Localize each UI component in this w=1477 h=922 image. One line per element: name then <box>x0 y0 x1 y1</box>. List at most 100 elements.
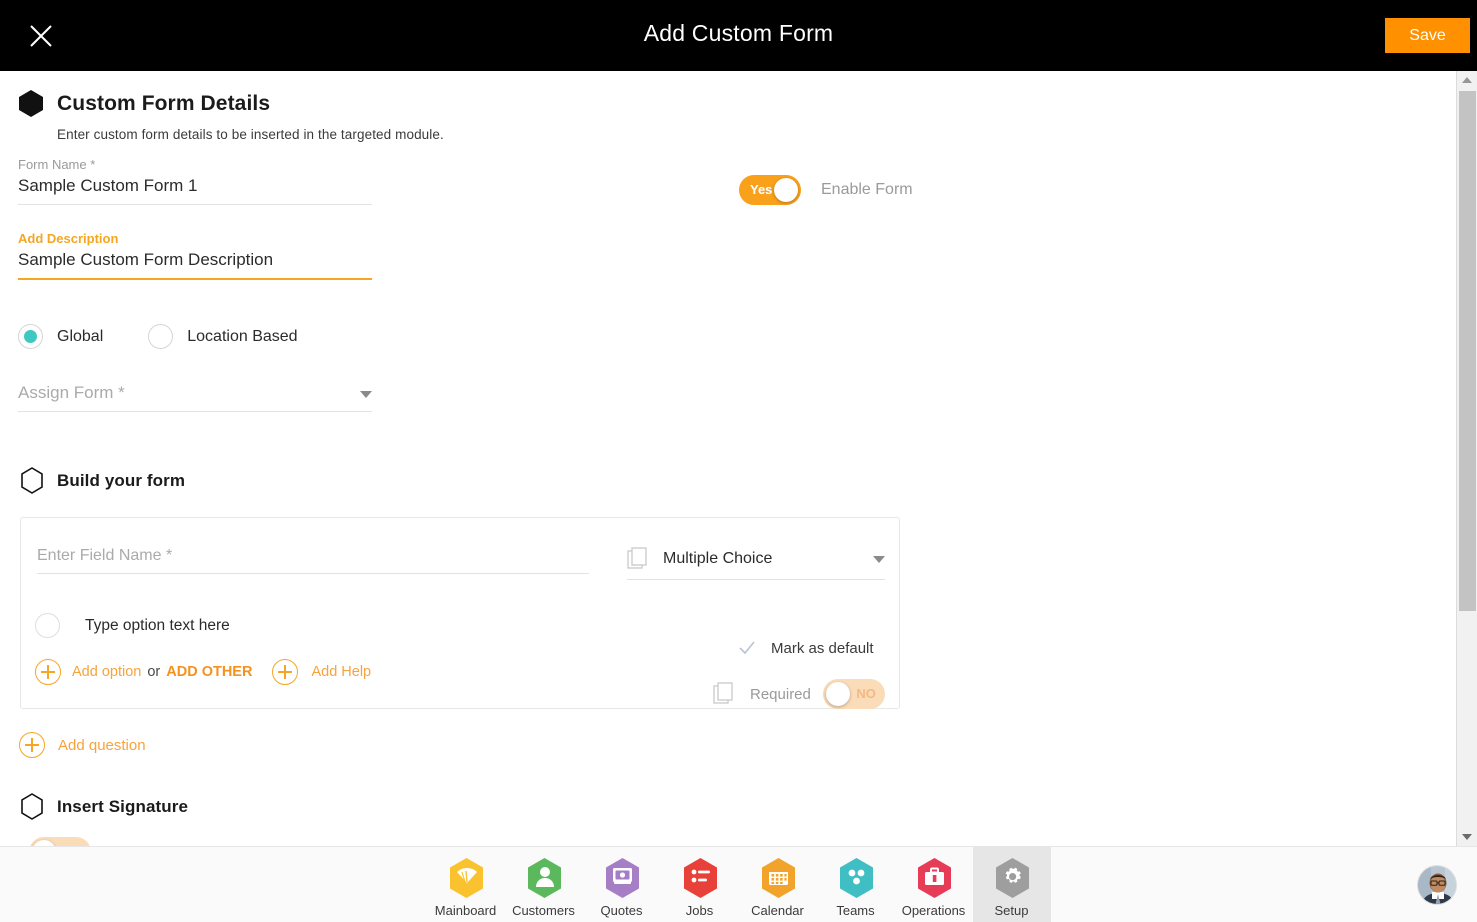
radio-location-based[interactable]: Location Based <box>148 324 298 349</box>
add-question-link[interactable]: Add question <box>58 737 146 754</box>
assign-form-placeholder: Assign Form * <box>18 383 125 402</box>
radio-location-based-label: Location Based <box>187 327 298 345</box>
scope-radio-group: Global Location Based <box>18 324 298 349</box>
required-toggle-text: NO <box>856 686 876 701</box>
assign-form-underline <box>18 411 372 412</box>
nav-items-container: Mainboard Customers Quotes Jobs Calendar Team… <box>0 847 1477 922</box>
field-name-input[interactable]: Enter Field Name * <box>37 547 589 573</box>
nav-item-label: Calendar <box>751 903 804 918</box>
teams-icon <box>836 856 876 900</box>
chevron-down-icon <box>360 391 372 398</box>
required-row: Required NO <box>713 679 885 709</box>
toggle-knob <box>774 178 798 202</box>
enable-form-row: Yes Enable Form <box>739 175 913 205</box>
hexagon-outline-icon <box>20 793 44 820</box>
form-name-input[interactable]: Sample Custom Form 1 <box>18 176 372 204</box>
option-radio-icon[interactable] <box>35 613 60 638</box>
bottom-navigation: Mainboard Customers Quotes Jobs Calendar Team… <box>0 846 1477 922</box>
or-label: or <box>147 664 161 680</box>
field-type-value: Multiple Choice <box>663 550 773 567</box>
section-subtitle: Enter custom form details to be inserted… <box>57 127 444 142</box>
field-type-select[interactable]: Multiple Choice <box>627 547 885 580</box>
avatar[interactable] <box>1417 865 1457 905</box>
save-button[interactable]: Save <box>1385 18 1470 53</box>
form-name-label: Form Name * <box>18 157 96 172</box>
nav-item-label: Quotes <box>600 903 643 918</box>
build-section-title: Build your form <box>57 470 186 490</box>
copy-icon <box>713 682 735 706</box>
build-your-form-heading: Build your form <box>20 467 185 494</box>
field-name-field[interactable]: Enter Field Name * <box>37 547 589 574</box>
signature-section-title: Insert Signature <box>57 796 189 816</box>
nav-item-label: Operations <box>901 903 966 918</box>
nav-item-teams[interactable]: Teams <box>817 847 895 922</box>
assign-form-select[interactable]: Assign Form * <box>18 383 372 412</box>
section-title: Custom Form Details <box>57 91 271 115</box>
form-name-underline <box>18 204 372 205</box>
page-title: Add Custom Form <box>643 20 834 46</box>
add-question-row[interactable]: Add question <box>19 732 146 758</box>
description-input[interactable]: Sample Custom Form Description <box>18 250 372 278</box>
add-help-plus-icon[interactable] <box>272 659 299 685</box>
option-row: Type option text here <box>35 613 230 638</box>
form-name-field[interactable]: Form Name * Sample Custom Form 1 <box>18 157 372 205</box>
required-label: Required <box>750 685 811 703</box>
radio-location-based-circle <box>148 324 174 349</box>
scroll-up-button[interactable] <box>1457 71 1477 89</box>
operations-icon <box>914 856 954 900</box>
chevron-down-icon <box>1462 834 1472 840</box>
mark-as-default-row[interactable]: Mark as default <box>737 638 874 658</box>
add-other-link[interactable]: ADD OTHER <box>166 664 252 680</box>
radio-global-dot <box>24 330 37 343</box>
add-option-link[interactable]: Add option <box>72 664 141 680</box>
toggle-knob <box>825 682 850 706</box>
nav-item-operations[interactable]: Operations <box>895 847 973 922</box>
scroll-down-button[interactable] <box>1457 828 1477 846</box>
option-text-input[interactable]: Type option text here <box>85 617 230 635</box>
enable-form-toggle[interactable]: Yes <box>739 175 801 205</box>
hexagon-filled-icon <box>18 89 44 118</box>
custom-form-details-heading: Custom Form Details <box>18 89 270 118</box>
nav-item-quotes[interactable]: Quotes <box>583 847 661 922</box>
quotes-icon <box>602 856 642 900</box>
nav-item-label: Jobs <box>685 903 714 918</box>
add-signature-toggle[interactable]: NO <box>29 837 91 846</box>
add-question-plus-icon[interactable] <box>19 732 45 758</box>
scrollbar-thumb[interactable] <box>1459 91 1476 611</box>
user-avatar-image <box>1418 866 1456 904</box>
radio-global-label: Global <box>57 327 104 345</box>
customers-icon <box>524 856 564 900</box>
add-help-link[interactable]: Add Help <box>311 664 371 680</box>
add-signature-toggle-text: NO <box>63 837 83 846</box>
insert-signature-heading: Insert Signature <box>20 793 188 820</box>
nav-item-label: Customers <box>512 903 575 918</box>
required-toggle[interactable]: NO <box>822 679 885 709</box>
nav-item-label: Setup <box>994 903 1029 918</box>
chevron-up-icon <box>1462 77 1472 83</box>
add-signature-row: NO Add Signature <box>29 837 206 846</box>
enable-form-toggle-text: Yes <box>750 182 773 197</box>
add-option-row: Add option or ADD OTHER Add Help <box>35 659 371 685</box>
mark-as-default-label: Mark as default <box>771 639 874 657</box>
add-option-plus-icon[interactable] <box>35 659 61 685</box>
nav-item-mainboard[interactable]: Mainboard <box>427 847 505 922</box>
nav-item-customers[interactable]: Customers <box>505 847 583 922</box>
radio-global[interactable]: Global <box>18 324 103 349</box>
vertical-scrollbar[interactable] <box>1456 71 1477 846</box>
enable-form-label: Enable Form <box>821 181 913 198</box>
nav-item-calendar[interactable]: Calendar <box>739 847 817 922</box>
nav-item-jobs[interactable]: Jobs <box>661 847 739 922</box>
jobs-icon <box>680 856 720 900</box>
radio-global-circle <box>18 324 43 349</box>
check-icon <box>737 638 757 658</box>
nav-item-label: Mainboard <box>434 903 497 918</box>
mainboard-icon <box>446 856 486 900</box>
copy-icon <box>627 547 649 571</box>
description-underline <box>18 278 372 280</box>
description-field[interactable]: Add Description Sample Custom Form Descr… <box>18 231 372 280</box>
gear-icon <box>992 856 1032 900</box>
form-content-area: Custom Form Details Enter custom form de… <box>0 71 1456 846</box>
calendar-icon <box>758 856 798 900</box>
nav-item-setup[interactable]: Setup <box>972 847 1051 922</box>
hexagon-outline-icon <box>20 467 44 494</box>
